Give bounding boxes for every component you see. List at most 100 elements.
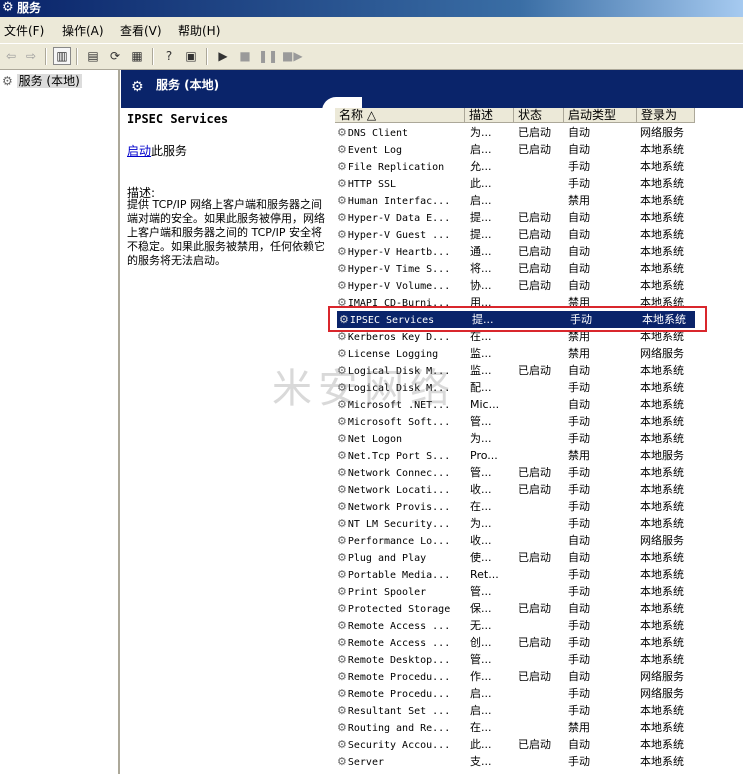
service-description-cell: 管... <box>470 653 492 666</box>
column-header-status[interactable]: 状态 <box>514 108 564 123</box>
service-row[interactable]: ⚙Print Spooler 管... 手动 本地系统 <box>335 583 743 600</box>
service-row[interactable]: ⚙Logical Disk M... 配... 手动 本地系统 <box>335 379 743 396</box>
gear-icon: ⚙ <box>337 534 347 547</box>
service-description-cell: 作... <box>470 670 492 683</box>
service-startup-type-cell: 禁用 <box>568 347 590 360</box>
properties-icon[interactable]: ▤ <box>84 47 102 65</box>
start-service-link[interactable]: 启动 <box>127 144 151 158</box>
service-row[interactable]: ⚙Network Provis... 在... 手动 本地系统 <box>335 498 743 515</box>
service-row[interactable]: ⚙Portable Media... Ret... 手动 本地系统 <box>335 566 743 583</box>
service-startup-type-cell: 手动 <box>568 177 590 190</box>
service-name-cell: ⚙IMAPI CD-Burni... <box>337 294 463 312</box>
service-name: Portable Media... <box>347 570 451 581</box>
service-row[interactable]: ⚙Hyper-V Time S... 将... 已启动 自动 本地系统 <box>335 260 743 277</box>
column-header-logon-as[interactable]: 登录为 <box>637 108 695 123</box>
column-header-name[interactable]: 名称 △ <box>335 108 465 123</box>
service-description-cell: 管... <box>470 415 492 428</box>
service-row[interactable]: ⚙Network Locati... 收... 已启动 手动 本地系统 <box>335 481 743 498</box>
show-hide-tree-icon[interactable]: ▥ <box>53 47 71 65</box>
back-arrow-icon[interactable]: ⇦ <box>2 47 20 65</box>
service-name: Event Log <box>347 145 403 156</box>
service-description-cell: 通... <box>470 245 492 258</box>
service-row[interactable]: ⚙Hyper-V Data E... 提... 已启动 自动 本地系统 <box>335 209 743 226</box>
gear-icon: ⚙ <box>337 721 347 734</box>
service-row[interactable]: ⚙Remote Procedu... 作... 已启动 自动 网络服务 <box>335 668 743 685</box>
service-row[interactable]: ⚙IPSEC Services 提... 手动 本地系统 <box>337 311 695 328</box>
start-icon[interactable]: ▶ <box>214 47 232 65</box>
service-row[interactable]: ⚙Logical Disk M... 监... 已启动 自动 本地系统 <box>335 362 743 379</box>
service-status-cell: 已启动 <box>518 551 551 564</box>
service-name-cell: ⚙Microsoft .NET... <box>337 396 463 414</box>
refresh-icon[interactable]: ⟳ <box>106 47 124 65</box>
service-row[interactable]: ⚙License Logging 监... 禁用 网络服务 <box>335 345 743 362</box>
service-startup-type-cell: 手动 <box>568 636 590 649</box>
service-row[interactable]: ⚙File Replication 允... 手动 本地系统 <box>335 158 743 175</box>
service-row[interactable]: ⚙Remote Desktop... 管... 手动 本地系统 <box>335 651 743 668</box>
service-name-cell: ⚙IPSEC Services <box>339 311 465 329</box>
column-header-startup-type[interactable]: 启动类型 <box>564 108 637 123</box>
service-row[interactable]: ⚙Remote Procedu... 启... 手动 网络服务 <box>335 685 743 702</box>
menu-file[interactable]: 文件(F) <box>4 22 44 39</box>
gear-icon: ⚙ <box>337 211 347 224</box>
service-logon-cell: 本地系统 <box>640 721 684 734</box>
service-logon-cell: 本地系统 <box>640 602 684 615</box>
service-name-cell: ⚙Print Spooler <box>337 583 463 601</box>
gear-icon: ⚙ <box>339 313 349 326</box>
service-description-cell: 为... <box>470 126 492 139</box>
service-row[interactable]: ⚙DNS Client 为... 已启动 自动 网络服务 <box>335 124 743 141</box>
service-row[interactable]: ⚙Microsoft .NET... Mic... 自动 本地系统 <box>335 396 743 413</box>
service-startup-type-cell: 手动 <box>568 619 590 632</box>
service-startup-type-cell: 手动 <box>568 687 590 700</box>
gear-icon: ⚙ <box>337 398 347 411</box>
service-logon-cell: 网络服务 <box>640 687 684 700</box>
service-row[interactable]: ⚙Microsoft Soft... 管... 手动 本地系统 <box>335 413 743 430</box>
column-header-description[interactable]: 描述 <box>465 108 514 123</box>
service-startup-type-cell: 自动 <box>568 126 590 139</box>
service-row[interactable]: ⚙IMAPI CD-Burni... 用... 禁用 本地系统 <box>335 294 743 311</box>
service-row[interactable]: ⚙Hyper-V Guest ... 提... 已启动 自动 本地系统 <box>335 226 743 243</box>
service-row[interactable]: ⚙Resultant Set ... 启... 手动 本地系统 <box>335 702 743 719</box>
menu-help[interactable]: 帮助(H) <box>178 22 220 39</box>
restart-icon[interactable]: ■▶ <box>282 47 303 65</box>
service-row[interactable]: ⚙NT LM Security... 为... 手动 本地系统 <box>335 515 743 532</box>
menu-view[interactable]: 查看(V) <box>120 22 162 39</box>
view-icon[interactable]: ▣ <box>182 47 200 65</box>
service-name-cell: ⚙Kerberos Key D... <box>337 328 463 346</box>
service-name-cell: ⚙Remote Access ... <box>337 634 463 652</box>
service-row[interactable]: ⚙Kerberos Key D... 在... 禁用 本地系统 <box>335 328 743 345</box>
service-row[interactable]: ⚙Server 支... 手动 本地系统 <box>335 753 743 770</box>
service-description-cell: 监... <box>470 347 492 360</box>
service-row[interactable]: ⚙Network Connec... 管... 已启动 手动 本地系统 <box>335 464 743 481</box>
service-row[interactable]: ⚙Remote Access ... 创... 已启动 手动 本地系统 <box>335 634 743 651</box>
service-name: Hyper-V Volume... <box>347 281 451 292</box>
service-name: Hyper-V Data E... <box>347 213 451 224</box>
gear-icon: ⚙ <box>337 245 347 258</box>
tree-node-services-local[interactable]: ⚙ 服务 (本地) <box>2 72 82 89</box>
service-row[interactable]: ⚙Performance Lo... 收... 自动 网络服务 <box>335 532 743 549</box>
service-name-cell: ⚙Network Provis... <box>337 498 463 516</box>
service-logon-cell: 本地系统 <box>640 177 684 190</box>
service-row[interactable]: ⚙Hyper-V Volume... 协... 已启动 自动 本地系统 <box>335 277 743 294</box>
service-name-cell: ⚙Net Logon <box>337 430 463 448</box>
menu-action[interactable]: 操作(A) <box>62 22 104 39</box>
service-name-cell: ⚙HTTP SSL <box>337 175 463 193</box>
service-name: DNS Client <box>347 128 409 139</box>
service-logon-cell: 本地系统 <box>640 381 684 394</box>
pause-icon[interactable]: ❚❚ <box>258 47 278 65</box>
service-row[interactable]: ⚙Routing and Re... 在... 禁用 本地系统 <box>335 719 743 736</box>
help-icon[interactable]: ? <box>160 47 178 65</box>
service-row[interactable]: ⚙HTTP SSL 此... 手动 本地系统 <box>335 175 743 192</box>
service-row[interactable]: ⚙Security Accou... 此... 已启动 自动 本地系统 <box>335 736 743 753</box>
service-logon-cell: 本地系统 <box>640 500 684 513</box>
forward-arrow-icon[interactable]: ⇨ <box>22 47 40 65</box>
service-row[interactable]: ⚙Protected Storage 保... 已启动 自动 本地系统 <box>335 600 743 617</box>
stop-icon[interactable]: ■ <box>236 47 254 65</box>
service-row[interactable]: ⚙Net.Tcp Port S... Pro... 禁用 本地服务 <box>335 447 743 464</box>
service-row[interactable]: ⚙Net Logon 为... 手动 本地系统 <box>335 430 743 447</box>
service-row[interactable]: ⚙Remote Access ... 无... 手动 本地系统 <box>335 617 743 634</box>
export-list-icon[interactable]: ▦ <box>128 47 146 65</box>
service-row[interactable]: ⚙Plug and Play 使... 已启动 自动 本地系统 <box>335 549 743 566</box>
service-row[interactable]: ⚙Event Log 启... 已启动 自动 本地系统 <box>335 141 743 158</box>
service-row[interactable]: ⚙Hyper-V Heartb... 通... 已启动 自动 本地系统 <box>335 243 743 260</box>
service-row[interactable]: ⚙Human Interfac... 启... 禁用 本地系统 <box>335 192 743 209</box>
